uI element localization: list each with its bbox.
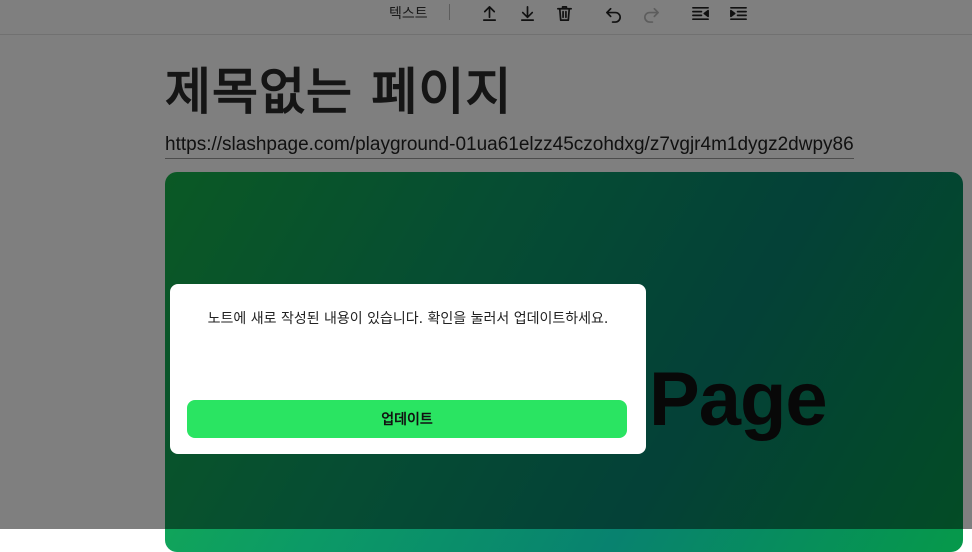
dialog-message: 노트에 새로 작성된 내용이 있습니다. 확인을 눌러서 업데이트하세요.	[207, 311, 609, 327]
update-dialog: 노트에 새로 작성된 내용이 있습니다. 확인을 눌러서 업데이트하세요. 업데…	[170, 284, 646, 454]
update-button[interactable]: 업데이트	[187, 400, 627, 438]
